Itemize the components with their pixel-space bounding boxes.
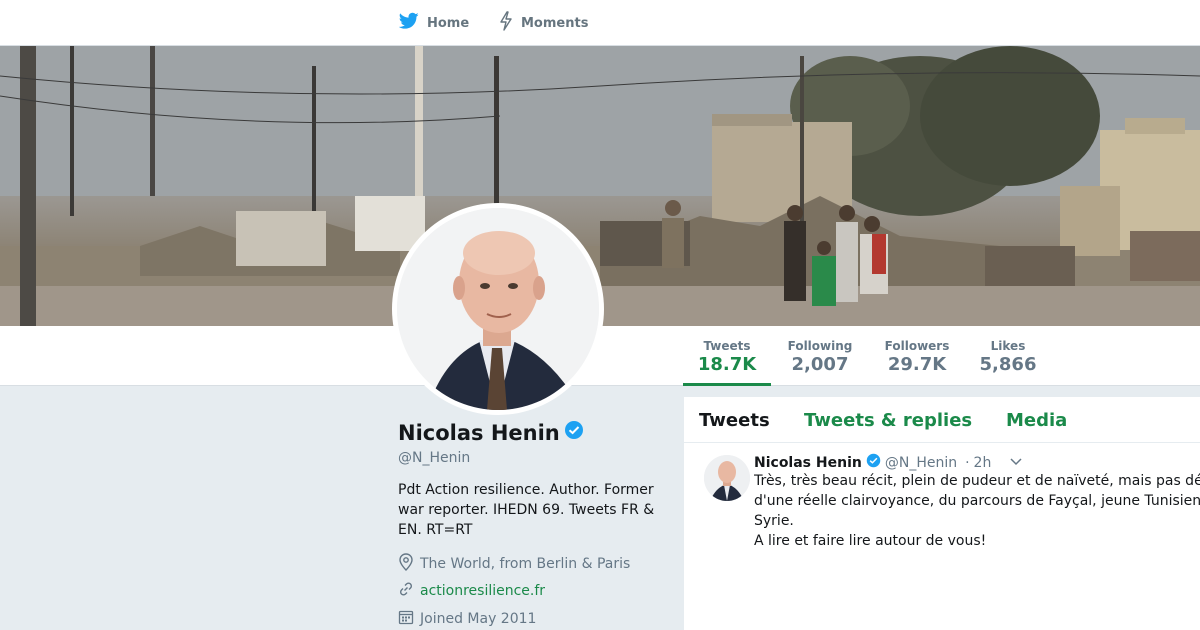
stat-tweets-value: 18.7K <box>697 354 757 375</box>
tweet-avatar[interactable] <box>704 455 750 501</box>
profile-name[interactable]: Nicolas Henin <box>398 421 560 445</box>
tweet-text: Très, très beau récit, plein de pudeur e… <box>754 471 1200 551</box>
profile-handle[interactable]: @N_Henin <box>398 450 470 466</box>
lightning-icon <box>499 11 521 35</box>
tweet-header: Nicolas Henin @N_Henin · 2h <box>754 453 1023 472</box>
tweet-timestamp[interactable]: 2h <box>974 455 992 471</box>
profile-joined-text: Joined May 2011 <box>420 611 537 627</box>
profile-bio: Pdt Action resilience. Author. Former wa… <box>398 482 655 538</box>
profile-url-link[interactable]: actionresilience.fr <box>420 583 545 599</box>
stat-followers-value: 29.7K <box>887 354 947 375</box>
nav-home-label: Home <box>427 15 470 31</box>
tweet-text-line: Syrie. <box>754 513 794 529</box>
tab-tweets-and-replies[interactable]: Tweets & replies <box>804 410 972 431</box>
chevron-down-icon[interactable] <box>1009 455 1023 471</box>
stat-followers[interactable]: Followers 29.7K <box>875 326 959 386</box>
nav-home[interactable]: Home <box>398 0 470 46</box>
stat-tweets[interactable]: Tweets 18.7K <box>683 326 771 386</box>
calendar-icon <box>398 609 420 629</box>
stat-following-value: 2,007 <box>791 354 849 375</box>
profile-location: The World, from Berlin & Paris <box>398 553 630 575</box>
verified-badge-icon <box>564 420 584 445</box>
tweet-text-line: d'une réelle clairvoyance, du parcours d… <box>754 493 1200 509</box>
nav-moments[interactable]: Moments <box>499 0 588 46</box>
top-navigation: Home Moments <box>0 0 1200 46</box>
profile-avatar[interactable] <box>392 203 604 415</box>
stat-likes-label: Likes <box>990 339 1026 353</box>
verified-badge-icon <box>866 453 881 472</box>
tweet-item[interactable]: Nicolas Henin @N_Henin · 2h Très, très b… <box>684 443 1200 630</box>
tab-media[interactable]: Media <box>1006 410 1067 431</box>
nav-moments-label: Moments <box>521 15 589 31</box>
profile-url: actionresilience.fr <box>398 581 545 601</box>
tweet-author-name[interactable]: Nicolas Henin <box>754 455 862 471</box>
tweet-text-line: Très, très beau récit, plein de pudeur e… <box>754 473 1200 489</box>
profile-location-text: The World, from Berlin & Paris <box>420 556 631 572</box>
tweet-author-handle[interactable]: @N_Henin <box>885 455 957 471</box>
link-icon <box>398 581 420 601</box>
stat-following-label: Following <box>787 339 853 353</box>
avatar-photo <box>397 208 599 410</box>
stat-followers-label: Followers <box>884 339 950 353</box>
map-pin-icon <box>398 553 420 575</box>
profile-name-row: Nicolas Henin <box>398 420 584 445</box>
profile-joined: Joined May 2011 <box>398 609 536 629</box>
tweet-separator: · <box>965 454 970 471</box>
stat-likes[interactable]: Likes 5,866 <box>972 326 1044 386</box>
tab-tweets[interactable]: Tweets <box>699 410 770 431</box>
stat-tweets-label: Tweets <box>703 339 751 353</box>
bird-icon <box>398 12 427 34</box>
timeline-tabs: Tweets Tweets & replies Media <box>684 397 1200 443</box>
tweet-text-line: A lire et faire lire autour de vous! <box>754 533 987 549</box>
stat-following[interactable]: Following 2,007 <box>779 326 861 386</box>
timeline: Tweets Tweets & replies Media Nicolas He… <box>684 397 1200 630</box>
stat-likes-value: 5,866 <box>979 354 1037 375</box>
